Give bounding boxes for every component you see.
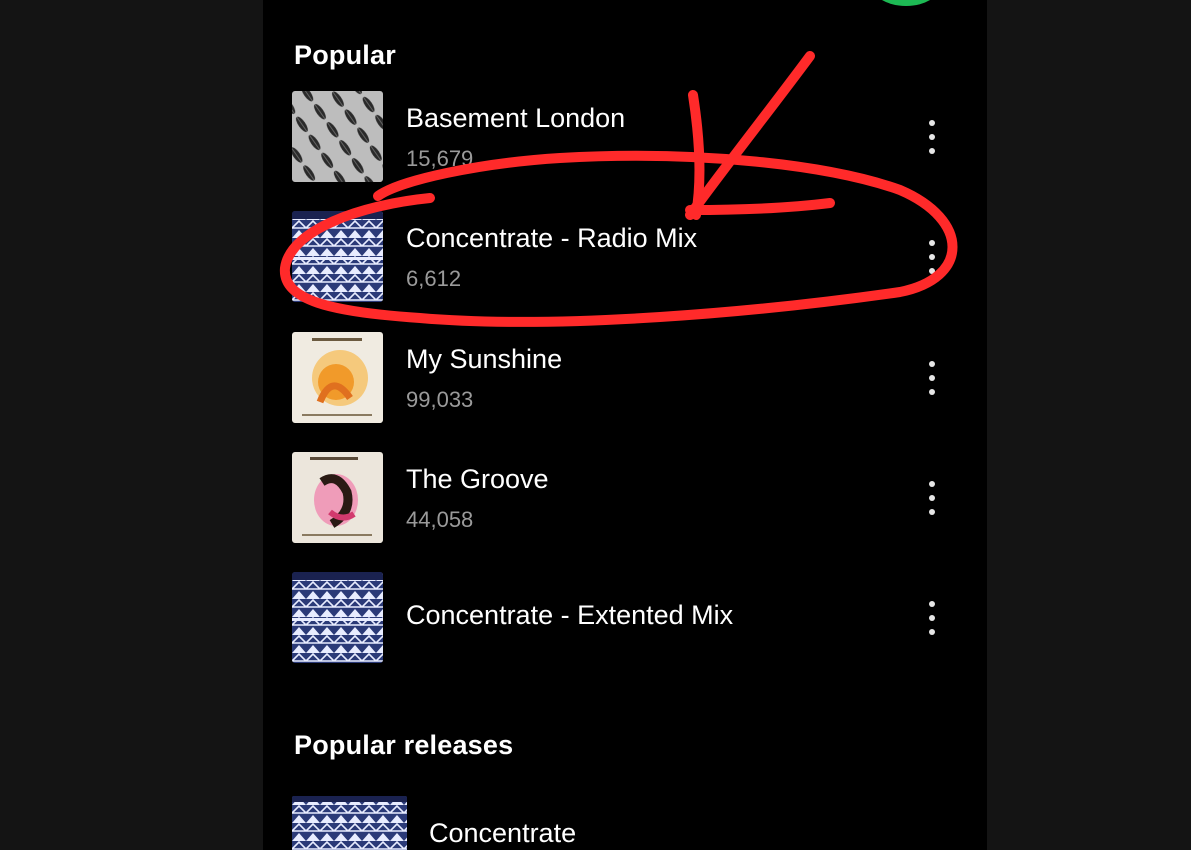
- tribal-pattern-art: [292, 572, 383, 663]
- track-row[interactable]: The Groove 44,058: [292, 452, 952, 544]
- my-sunshine-cover-art: [292, 332, 383, 423]
- more-vertical-icon[interactable]: [918, 236, 946, 278]
- play-count: 99,033: [406, 387, 474, 412]
- tribal-pattern-art: [292, 796, 407, 850]
- track-title: The Groove: [406, 464, 549, 494]
- track-title: Basement London: [406, 103, 626, 133]
- more-vertical-icon[interactable]: [918, 116, 946, 158]
- more-vertical-icon[interactable]: [918, 477, 946, 519]
- more-vertical-icon[interactable]: [918, 357, 946, 399]
- track-title: My Sunshine: [406, 344, 563, 374]
- play-count: 44,058: [406, 507, 474, 532]
- popular-heading: Popular: [294, 40, 396, 70]
- track-row[interactable]: Concentrate - Extented Mix: [292, 572, 952, 664]
- play-count: 15,679: [406, 146, 474, 171]
- release-title: Concentrate: [429, 818, 577, 848]
- more-vertical-icon[interactable]: [918, 597, 946, 639]
- track-title: Concentrate - Radio Mix: [406, 223, 698, 253]
- popular-releases-heading: Popular releases: [294, 730, 514, 760]
- screenshot-stage: Popular Basement London 15,679 Concentra…: [0, 0, 1191, 850]
- tribal-pattern-art: [292, 211, 383, 302]
- play-button[interactable]: [869, 0, 943, 6]
- artist-page: Popular Basement London 15,679 Concentra…: [263, 0, 987, 850]
- track-row[interactable]: My Sunshine 99,033: [292, 332, 952, 424]
- play-count: 6,612: [406, 266, 462, 291]
- track-title: Concentrate - Extented Mix: [406, 600, 734, 630]
- release-item[interactable]: Concentrate: [292, 796, 952, 850]
- track-row[interactable]: Basement London 15,679: [292, 91, 952, 183]
- the-groove-cover-art: [292, 452, 383, 543]
- track-row[interactable]: Concentrate - Radio Mix 6,612: [292, 211, 952, 303]
- feather-pattern-art: [292, 91, 383, 182]
